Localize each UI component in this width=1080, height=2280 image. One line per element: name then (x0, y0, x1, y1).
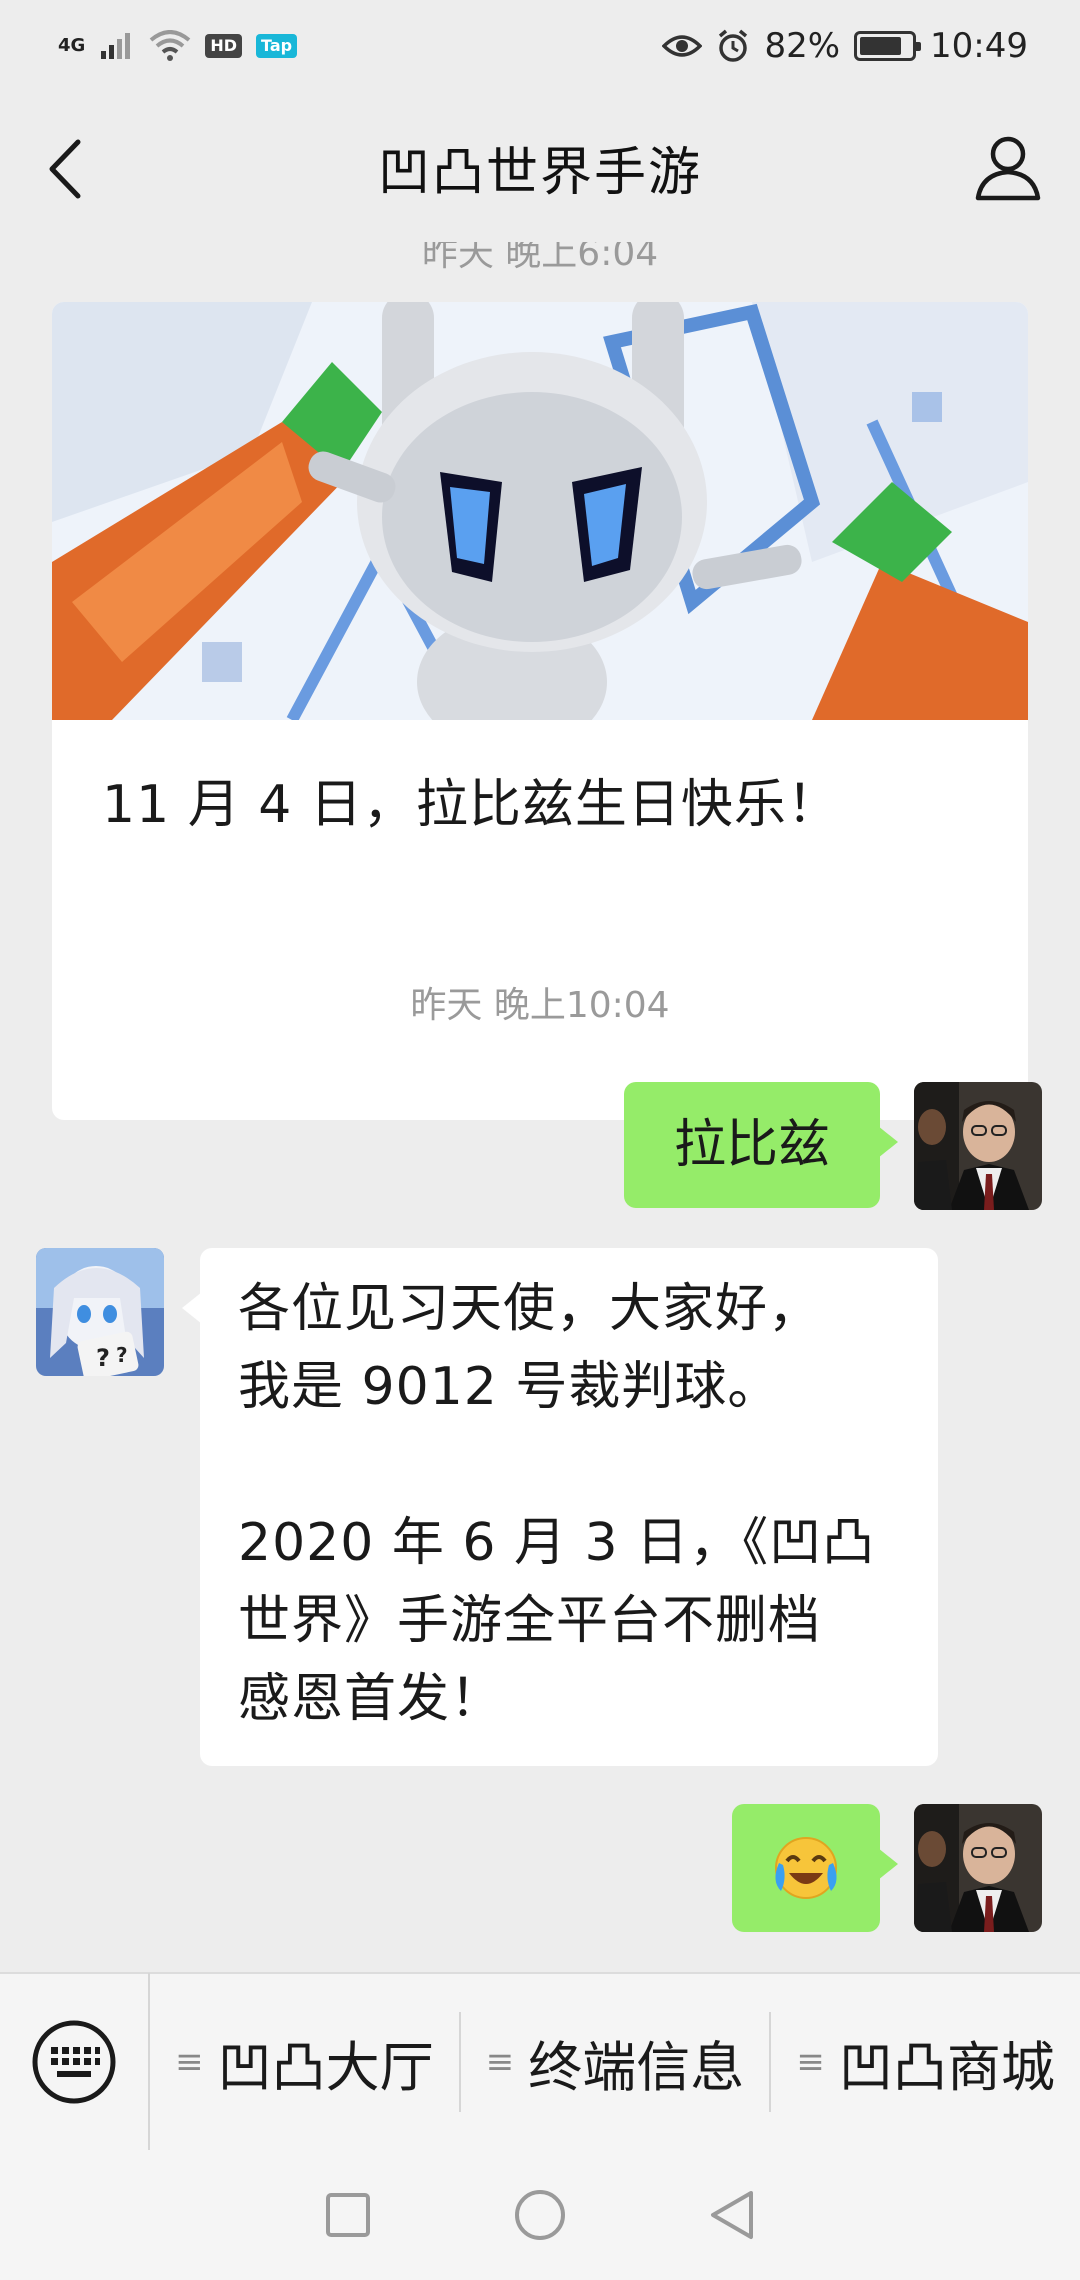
battery-percent: 82% (764, 26, 841, 66)
home-circle-icon[interactable] (513, 2188, 567, 2242)
tap-badge: Tap (255, 34, 298, 58)
clock: 10:49 (930, 26, 1028, 66)
menu-lines-icon: ≡ (796, 2042, 825, 2082)
menu-lines-icon: ≡ (485, 2042, 515, 2082)
status-right: 82% 10:49 (662, 26, 1028, 66)
timestamp: 昨天 晚上10:04 (410, 985, 670, 1026)
alarm-icon (719, 29, 748, 62)
back-arrow-icon[interactable] (36, 134, 96, 204)
card-image (52, 302, 1028, 720)
status-left: 4G HD Tap (58, 30, 298, 62)
menu-item-lobby[interactable]: ≡ 凹凸大厅 (150, 2012, 461, 2112)
wifi-icon (150, 30, 191, 61)
chat-header: 凹凸世界手游 (0, 92, 1080, 242)
chat-area[interactable]: 昨天 晚上6:04 11 月 4 日，拉比兹生日快乐！ 昨天 晚上10:04 拉… (0, 242, 1080, 1972)
keyboard-toggle-button[interactable] (0, 1973, 150, 2151)
menu-lines-icon: ≡ (175, 2042, 204, 2082)
laughing-crying-emoji-icon (775, 1837, 837, 1899)
message-bubble-outgoing[interactable]: 拉比兹 (624, 1082, 898, 1208)
custom-menu-bar: ≡ 凹凸大厅 ≡ 终端信息 ≡ 凹凸商城 (0, 1972, 1080, 2151)
card-title: 11 月 4 日，拉比兹生日快乐！ (102, 775, 840, 835)
timestamp-partial: 昨天 晚上6:04 (421, 242, 659, 274)
profile-icon[interactable] (972, 132, 1044, 204)
menu-item-label: 凹凸商城 (838, 2035, 1055, 2099)
signal-icon (101, 33, 131, 59)
official-account-avatar[interactable]: ? ? (36, 1248, 164, 1376)
system-nav-bar (0, 2150, 1080, 2280)
menu-item-terminal-info[interactable]: ≡ 终端信息 (461, 2012, 772, 2112)
network-type: 4G (58, 35, 86, 56)
message-bubble-incoming[interactable]: 各位见习天使，大家好， 我是 9012 号裁判球。 2020 年 6 月 3 日… (182, 1248, 938, 1766)
message-text: 拉比兹 (673, 1115, 830, 1175)
page-title: 凹凸世界手游 (377, 142, 702, 203)
message-bubble-outgoing[interactable] (732, 1804, 898, 1932)
menu-item-label: 凹凸大厅 (217, 2035, 434, 2099)
user-avatar[interactable] (914, 1804, 1042, 1932)
keyboard-icon (32, 2020, 116, 2104)
svg-text:?: ? (116, 1343, 128, 1367)
recents-square-icon[interactable] (323, 2190, 373, 2240)
menu-item-store[interactable]: ≡ 凹凸商城 (771, 2012, 1080, 2112)
svg-text:?: ? (96, 1344, 110, 1372)
message-text: 各位见习天使，大家好， 我是 9012 号裁判球。 2020 年 6 月 3 日… (238, 1279, 876, 1729)
hd-badge: HD (205, 34, 242, 58)
eye-icon (662, 35, 703, 57)
back-triangle-icon[interactable] (707, 2188, 757, 2242)
battery-icon (854, 31, 922, 61)
status-bar: 4G HD Tap 82% 10:49 (0, 0, 1080, 92)
menu-item-label: 终端信息 (528, 2035, 745, 2099)
user-avatar[interactable] (914, 1082, 1042, 1210)
